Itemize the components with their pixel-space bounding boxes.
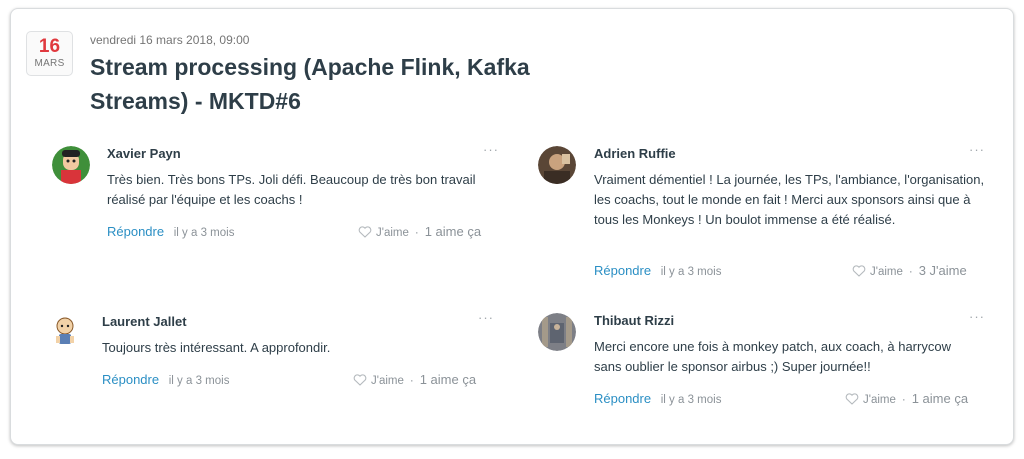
comment-author[interactable]: Adrien Ruffie <box>594 146 676 161</box>
heart-icon[interactable] <box>358 226 372 241</box>
like-count[interactable]: 1 aime ça <box>912 391 968 406</box>
comment-text: Vraiment démentiel ! La journée, les TPs… <box>594 172 985 227</box>
like-block: J'aime · 1 aime ça <box>358 224 481 241</box>
comment-actions: Répondre il y a 3 mois <box>594 263 721 278</box>
event-title[interactable]: Stream processing (Apache Flink, Kafka S… <box>90 50 590 118</box>
heart-icon[interactable] <box>845 393 859 408</box>
like-button[interactable]: J'aime <box>371 375 404 387</box>
more-options-icon[interactable]: ··· <box>483 142 499 157</box>
comment-item: Adrien Ruffie ··· Vraiment démentiel ! L… <box>538 142 984 286</box>
comment-time: il y a 3 mois <box>173 227 235 239</box>
separator-dot: · <box>409 375 414 387</box>
comment-author[interactable]: Thibaut Rizzi <box>594 313 674 328</box>
avatar[interactable] <box>538 146 576 184</box>
comment-text: Très bien. Très bons TPs. Joli défi. Bea… <box>107 172 476 207</box>
comment-actions: Répondre il y a 3 mois <box>102 372 229 387</box>
like-count[interactable]: 1 aime ça <box>420 372 476 387</box>
comment-author[interactable]: Laurent Jallet <box>102 314 187 329</box>
avatar[interactable] <box>52 146 90 184</box>
comment-author[interactable]: Xavier Payn <box>107 146 181 161</box>
more-options-icon[interactable]: ··· <box>478 310 494 325</box>
comment-time: il y a 3 mois <box>660 394 722 406</box>
more-options-icon[interactable]: ··· <box>969 142 985 157</box>
heart-icon[interactable] <box>353 374 367 389</box>
separator-dot: · <box>901 394 906 406</box>
like-block: J'aime · 1 aime ça <box>353 372 476 389</box>
avatar[interactable] <box>538 313 576 351</box>
comment-actions: Répondre il y a 3 mois <box>594 391 721 406</box>
reply-link[interactable]: Répondre <box>102 372 159 387</box>
comment-text: Merci encore une fois à monkey patch, au… <box>594 339 951 374</box>
comment-time: il y a 3 mois <box>168 375 230 387</box>
date-month: MARS <box>34 58 65 69</box>
more-options-icon[interactable]: ··· <box>969 309 985 324</box>
like-button[interactable]: J'aime <box>376 227 409 239</box>
comment-item: Xavier Payn ··· Très bien. Très bons TPs… <box>52 142 498 246</box>
reply-link[interactable]: Répondre <box>594 391 651 406</box>
date-day: 16 <box>38 36 61 57</box>
comment-item: Laurent Jallet ··· Toujours très intéres… <box>50 310 495 394</box>
comment-time: il y a 3 mois <box>660 266 722 278</box>
like-button[interactable]: J'aime <box>870 266 903 278</box>
heart-icon[interactable] <box>852 265 866 280</box>
date-badge: 16 MARS <box>26 31 73 76</box>
like-button[interactable]: J'aime <box>863 394 896 406</box>
like-count[interactable]: 3 J'aime <box>919 263 967 278</box>
separator-dot: · <box>908 266 913 278</box>
comment-actions: Répondre il y a 3 mois <box>107 224 234 239</box>
comment-item: Thibaut Rizzi ··· Merci encore une fois … <box>538 309 984 413</box>
avatar[interactable] <box>50 314 88 352</box>
event-datetime: vendredi 16 mars 2018, 09:00 <box>90 33 250 47</box>
reply-link[interactable]: Répondre <box>107 224 164 239</box>
like-count[interactable]: 1 aime ça <box>425 224 481 239</box>
reply-link[interactable]: Répondre <box>594 263 651 278</box>
like-block: J'aime · 1 aime ça <box>845 391 968 408</box>
separator-dot: · <box>414 227 419 239</box>
like-block: J'aime · 3 J'aime <box>852 263 967 280</box>
comment-text: Toujours très intéressant. A approfondir… <box>102 340 331 355</box>
